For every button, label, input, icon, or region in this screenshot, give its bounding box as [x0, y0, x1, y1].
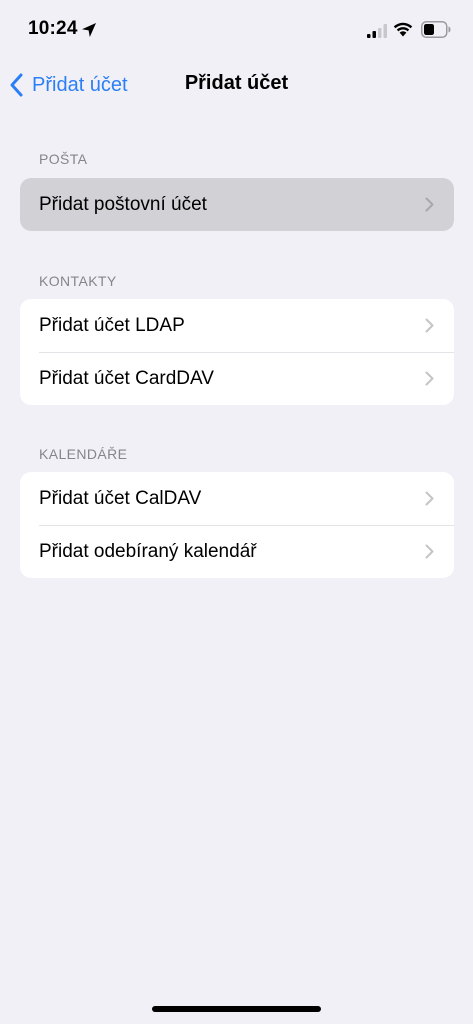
section-header-contacts: KONTAKTY: [39, 273, 117, 289]
row-label: Přidat poštovní účet: [39, 193, 207, 215]
wifi-icon: [393, 22, 413, 37]
row-separator: [39, 352, 454, 353]
status-time: 10:24: [28, 18, 78, 39]
chevron-right-icon: [425, 197, 434, 212]
row-add-mail-account[interactable]: Přidat poštovní účet: [20, 178, 454, 231]
chevron-right-icon: [425, 318, 434, 333]
location-arrow-icon: [82, 23, 96, 37]
row-label: Přidat účet LDAP: [39, 314, 185, 336]
chevron-right-icon: [425, 371, 434, 386]
group-mail: Přidat poštovní účet: [20, 178, 454, 231]
section-header-mail: POŠTA: [39, 151, 88, 167]
home-indicator[interactable]: [152, 1006, 321, 1012]
chevron-left-icon: [10, 73, 23, 97]
navigation-bar: Přidat účet Přidat účet: [0, 60, 473, 110]
page-title-text: Přidat účet: [184, 72, 289, 94]
row-label: Přidat účet CalDAV: [39, 487, 202, 509]
group-calendars: Přidat účet CalDAV Přidat odebíraný kale…: [20, 472, 454, 578]
row-separator: [39, 525, 454, 526]
row-add-subscribed-calendar[interactable]: Přidat odebíraný kalendář: [20, 525, 454, 578]
cellular-signal-icon: [367, 24, 387, 38]
row-label: Přidat účet CardDAV: [39, 367, 214, 389]
row-add-carddav-account[interactable]: Přidat účet CardDAV: [20, 352, 454, 405]
chevron-right-icon: [425, 544, 434, 559]
row-add-ldap-account[interactable]: Přidat účet LDAP: [20, 299, 454, 352]
back-button[interactable]: Přidat účet: [8, 68, 128, 102]
row-label: Přidat odebíraný kalendář: [39, 540, 257, 562]
section-header-calendars: KALENDÁŘE: [39, 446, 128, 462]
status-bar: 10:24: [0, 0, 473, 60]
group-contacts: Přidat účet LDAP Přidat účet CardDAV: [20, 299, 454, 405]
chevron-right-icon: [425, 491, 434, 506]
battery-icon: [421, 21, 451, 38]
row-add-caldav-account[interactable]: Přidat účet CalDAV: [20, 472, 454, 525]
back-button-label: Přidat účet: [32, 73, 128, 96]
